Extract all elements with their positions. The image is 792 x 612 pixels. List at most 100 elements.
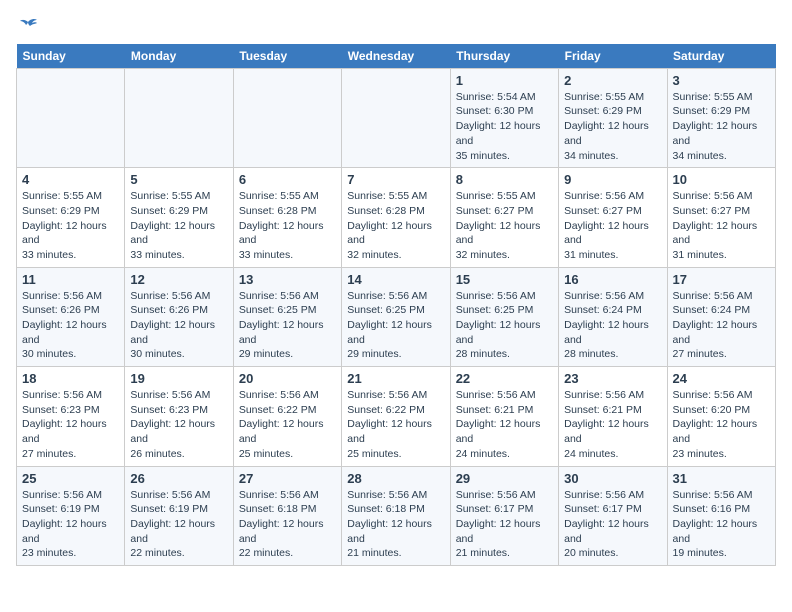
header-day-sunday: Sunday (17, 44, 125, 69)
day-number: 2 (564, 73, 661, 88)
day-info: Sunrise: 5:55 AMSunset: 6:27 PMDaylight:… (456, 189, 553, 262)
day-number: 24 (673, 371, 770, 386)
calendar-week-5: 25 Sunrise: 5:56 AMSunset: 6:19 PMDayligh… (17, 466, 776, 565)
day-info: Sunrise: 5:56 AMSunset: 6:22 PMDaylight:… (239, 388, 336, 461)
day-number: 12 (130, 272, 227, 287)
day-number: 13 (239, 272, 336, 287)
day-info: Sunrise: 5:56 AMSunset: 6:17 PMDaylight:… (456, 488, 553, 561)
calendar-cell: 28Sunrise: 5:56 AMSunset: 6:18 PMDayligh… (342, 466, 450, 565)
header-day-saturday: Saturday (667, 44, 775, 69)
calendar-cell: 2 Sunrise: 5:55 AMSunset: 6:29 PMDaylight… (559, 68, 667, 167)
day-number: 21 (347, 371, 444, 386)
calendar-cell (17, 68, 125, 167)
calendar-cell: 7 Sunrise: 5:55 AMSunset: 6:28 PMDaylight… (342, 168, 450, 267)
day-number: 3 (673, 73, 770, 88)
calendar-cell: 25 Sunrise: 5:56 AMSunset: 6:19 PMDayligh… (17, 466, 125, 565)
header-day-thursday: Thursday (450, 44, 558, 69)
day-info: Sunrise: 5:56 AMSunset: 6:22 PMDaylight:… (347, 388, 444, 461)
day-number: 22 (456, 371, 553, 386)
calendar-cell: 24 Sunrise: 5:56 AMSunset: 6:20 PMDayligh… (667, 367, 775, 466)
day-info: Sunrise: 5:56 AMSunset: 6:26 PMDaylight:… (22, 289, 119, 362)
calendar-week-2: 4 Sunrise: 5:55 AMSunset: 6:29 PMDaylight… (17, 168, 776, 267)
day-info: Sunrise: 5:56 AMSunset: 6:25 PMDaylight:… (347, 289, 444, 362)
header-day-wednesday: Wednesday (342, 44, 450, 69)
day-info: Sunrise: 5:56 AMSunset: 6:19 PMDaylight:… (22, 488, 119, 561)
calendar-week-3: 11 Sunrise: 5:56 AMSunset: 6:26 PMDayligh… (17, 267, 776, 366)
header-day-monday: Monday (125, 44, 233, 69)
day-info: Sunrise: 5:56 AMSunset: 6:26 PMDaylight:… (130, 289, 227, 362)
day-number: 8 (456, 172, 553, 187)
calendar-cell: 21 Sunrise: 5:56 AMSunset: 6:22 PMDayligh… (342, 367, 450, 466)
calendar-cell: 15Sunrise: 5:56 AMSunset: 6:25 PMDayligh… (450, 267, 558, 366)
calendar-cell: 29Sunrise: 5:56 AMSunset: 6:17 PMDayligh… (450, 466, 558, 565)
calendar-cell: 13 Sunrise: 5:56 AMSunset: 6:25 PMDayligh… (233, 267, 341, 366)
day-number: 10 (673, 172, 770, 187)
calendar-header: SundayMondayTuesdayWednesdayThursdayFrid… (17, 44, 776, 69)
day-info: Sunrise: 5:55 AMSunset: 6:29 PMDaylight:… (22, 189, 119, 262)
header-row: SundayMondayTuesdayWednesdayThursdayFrid… (17, 44, 776, 69)
calendar-cell: 10Sunrise: 5:56 AMSunset: 6:27 PMDayligh… (667, 168, 775, 267)
calendar-cell: 5Sunrise: 5:55 AMSunset: 6:29 PMDaylight… (125, 168, 233, 267)
day-info: Sunrise: 5:56 AMSunset: 6:25 PMDaylight:… (239, 289, 336, 362)
day-info: Sunrise: 5:56 AMSunset: 6:19 PMDaylight:… (130, 488, 227, 561)
page-header (16, 16, 776, 36)
calendar-cell: 26 Sunrise: 5:56 AMSunset: 6:19 PMDayligh… (125, 466, 233, 565)
calendar-cell: 16Sunrise: 5:56 AMSunset: 6:24 PMDayligh… (559, 267, 667, 366)
calendar-cell: 6 Sunrise: 5:55 AMSunset: 6:28 PMDaylight… (233, 168, 341, 267)
day-info: Sunrise: 5:55 AMSunset: 6:29 PMDaylight:… (673, 90, 770, 163)
day-info: Sunrise: 5:55 AMSunset: 6:29 PMDaylight:… (130, 189, 227, 262)
day-number: 16 (564, 272, 661, 287)
day-info: Sunrise: 5:56 AMSunset: 6:17 PMDaylight:… (564, 488, 661, 561)
day-info: Sunrise: 5:56 AMSunset: 6:24 PMDaylight:… (673, 289, 770, 362)
calendar-cell: 1 Sunrise: 5:54 AMSunset: 6:30 PMDaylight… (450, 68, 558, 167)
day-info: Sunrise: 5:56 AMSunset: 6:23 PMDaylight:… (22, 388, 119, 461)
day-number: 31 (673, 471, 770, 486)
day-number: 14 (347, 272, 444, 287)
day-info: Sunrise: 5:56 AMSunset: 6:18 PMDaylight:… (239, 488, 336, 561)
day-info: Sunrise: 5:56 AMSunset: 6:16 PMDaylight:… (673, 488, 770, 561)
day-number: 4 (22, 172, 119, 187)
calendar-cell: 18 Sunrise: 5:56 AMSunset: 6:23 PMDayligh… (17, 367, 125, 466)
calendar-cell: 8 Sunrise: 5:55 AMSunset: 6:27 PMDaylight… (450, 168, 558, 267)
day-number: 15 (456, 272, 553, 287)
day-info: Sunrise: 5:56 AMSunset: 6:20 PMDaylight:… (673, 388, 770, 461)
header-day-friday: Friday (559, 44, 667, 69)
day-number: 6 (239, 172, 336, 187)
day-number: 20 (239, 371, 336, 386)
day-number: 1 (456, 73, 553, 88)
calendar-cell: 12 Sunrise: 5:56 AMSunset: 6:26 PMDayligh… (125, 267, 233, 366)
day-number: 18 (22, 371, 119, 386)
calendar-cell: 23 Sunrise: 5:56 AMSunset: 6:21 PMDayligh… (559, 367, 667, 466)
day-number: 26 (130, 471, 227, 486)
calendar-week-4: 18 Sunrise: 5:56 AMSunset: 6:23 PMDayligh… (17, 367, 776, 466)
calendar-cell (342, 68, 450, 167)
day-info: Sunrise: 5:56 AMSunset: 6:21 PMDaylight:… (564, 388, 661, 461)
day-number: 25 (22, 471, 119, 486)
day-info: Sunrise: 5:55 AMSunset: 6:28 PMDaylight:… (239, 189, 336, 262)
bird-icon (18, 18, 38, 34)
day-info: Sunrise: 5:56 AMSunset: 6:27 PMDaylight:… (564, 189, 661, 262)
calendar-cell (233, 68, 341, 167)
logo (16, 16, 38, 36)
day-info: Sunrise: 5:54 AMSunset: 6:30 PMDaylight:… (456, 90, 553, 163)
calendar-cell: 17Sunrise: 5:56 AMSunset: 6:24 PMDayligh… (667, 267, 775, 366)
calendar-cell: 19 Sunrise: 5:56 AMSunset: 6:23 PMDayligh… (125, 367, 233, 466)
calendar-table: SundayMondayTuesdayWednesdayThursdayFrid… (16, 44, 776, 566)
day-info: Sunrise: 5:56 AMSunset: 6:23 PMDaylight:… (130, 388, 227, 461)
day-number: 7 (347, 172, 444, 187)
header-day-tuesday: Tuesday (233, 44, 341, 69)
day-info: Sunrise: 5:56 AMSunset: 6:21 PMDaylight:… (456, 388, 553, 461)
day-info: Sunrise: 5:56 AMSunset: 6:18 PMDaylight:… (347, 488, 444, 561)
day-number: 23 (564, 371, 661, 386)
calendar-cell: 3 Sunrise: 5:55 AMSunset: 6:29 PMDaylight… (667, 68, 775, 167)
calendar-cell: 14 Sunrise: 5:56 AMSunset: 6:25 PMDayligh… (342, 267, 450, 366)
calendar-cell: 9 Sunrise: 5:56 AMSunset: 6:27 PMDaylight… (559, 168, 667, 267)
day-info: Sunrise: 5:55 AMSunset: 6:28 PMDaylight:… (347, 189, 444, 262)
day-number: 11 (22, 272, 119, 287)
day-number: 19 (130, 371, 227, 386)
calendar-cell (125, 68, 233, 167)
day-number: 9 (564, 172, 661, 187)
day-info: Sunrise: 5:55 AMSunset: 6:29 PMDaylight:… (564, 90, 661, 163)
calendar-cell: 27Sunrise: 5:56 AMSunset: 6:18 PMDayligh… (233, 466, 341, 565)
calendar-cell: 11 Sunrise: 5:56 AMSunset: 6:26 PMDayligh… (17, 267, 125, 366)
